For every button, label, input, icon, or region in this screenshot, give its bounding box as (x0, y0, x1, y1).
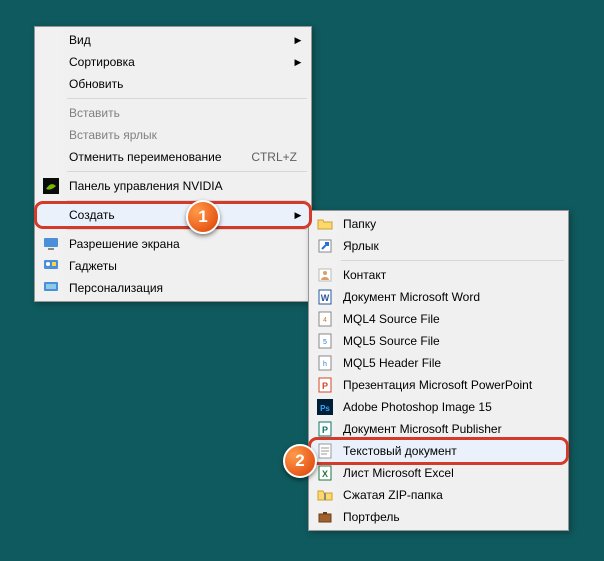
create-mql4[interactable]: 4 MQL4 Source File (311, 308, 566, 330)
menu-resolution[interactable]: Разрешение экрана (37, 233, 309, 255)
personalization-icon (43, 280, 59, 296)
menu-view[interactable]: Вид ▶ (37, 29, 309, 51)
create-psd[interactable]: Ps Adobe Photoshop Image 15 (311, 396, 566, 418)
create-mql5[interactable]: 5 MQL5 Source File (311, 330, 566, 352)
create-folder[interactable]: Папку (311, 213, 566, 235)
create-word[interactable]: W Документ Microsoft Word (311, 286, 566, 308)
menu-separator (67, 171, 307, 172)
menu-label: Сортировка (69, 55, 135, 69)
svg-text:W: W (321, 293, 330, 303)
create-briefcase[interactable]: Портфель (311, 506, 566, 528)
menu-label: Документ Microsoft Publisher (343, 422, 502, 436)
nvidia-icon (43, 178, 59, 194)
menu-label: Ярлык (343, 239, 379, 253)
menu-sort[interactable]: Сортировка ▶ (37, 51, 309, 73)
menu-label: Папку (343, 217, 376, 231)
create-excel[interactable]: X Лист Microsoft Excel (311, 462, 566, 484)
callout-step-2: 2 (283, 444, 317, 478)
menu-label: Панель управления NVIDIA (69, 179, 223, 193)
menu-label: Вставить (69, 106, 120, 120)
create-ppt[interactable]: P Презентация Microsoft PowerPoint (311, 374, 566, 396)
menu-label: Документ Microsoft Word (343, 290, 480, 304)
mql4-icon: 4 (317, 311, 333, 327)
svg-text:Ps: Ps (320, 404, 330, 413)
mql5h-icon: h (317, 355, 333, 371)
submenu-arrow-icon: ▶ (293, 51, 303, 73)
excel-icon: X (317, 465, 333, 481)
menu-separator (341, 260, 564, 261)
word-icon: W (317, 289, 333, 305)
menu-separator (67, 229, 307, 230)
create-shortcut[interactable]: Ярлык (311, 235, 566, 257)
callout-step-1: 1 (186, 200, 220, 234)
contact-icon (317, 267, 333, 283)
svg-text:X: X (322, 469, 328, 479)
menu-label: Вставить ярлык (69, 128, 157, 142)
create-contact[interactable]: Контакт (311, 264, 566, 286)
menu-label: Гаджеты (69, 259, 117, 273)
mql5-icon: 5 (317, 333, 333, 349)
menu-label: Обновить (69, 77, 123, 91)
svg-text:5: 5 (323, 339, 327, 346)
menu-gadgets[interactable]: Гаджеты (37, 255, 309, 277)
menu-label: Adobe Photoshop Image 15 (343, 400, 492, 414)
menu-label: MQL4 Source File (343, 312, 440, 326)
menu-label: Сжатая ZIP-папка (343, 488, 443, 502)
menu-paste-shortcut: Вставить ярлык (37, 124, 309, 146)
create-zip[interactable]: Сжатая ZIP-папка (311, 484, 566, 506)
menu-separator (67, 98, 307, 99)
shortcut-icon (317, 238, 333, 254)
menu-shortcut: CTRL+Z (251, 146, 297, 168)
svg-text:P: P (322, 425, 328, 435)
menu-paste: Вставить (37, 102, 309, 124)
folder-icon (317, 216, 333, 232)
menu-personalization[interactable]: Персонализация (37, 277, 309, 299)
menu-label: Контакт (343, 268, 386, 282)
photoshop-icon: Ps (317, 399, 333, 415)
create-publisher[interactable]: P Документ Microsoft Publisher (311, 418, 566, 440)
svg-text:4: 4 (323, 317, 327, 324)
menu-label: Разрешение экрана (69, 237, 180, 251)
create-mql5h[interactable]: h MQL5 Header File (311, 352, 566, 374)
menu-label: MQL5 Header File (343, 356, 441, 370)
publisher-icon: P (317, 421, 333, 437)
text-file-icon (317, 443, 333, 459)
menu-label: Вид (69, 33, 91, 47)
powerpoint-icon: P (317, 377, 333, 393)
menu-undo-rename[interactable]: Отменить переименование CTRL+Z (37, 146, 309, 168)
display-icon (43, 236, 59, 252)
submenu-arrow-icon: ▶ (293, 29, 303, 51)
desktop-context-menu: Вид ▶ Сортировка ▶ Обновить Вставить Вст… (34, 26, 312, 302)
menu-nvidia[interactable]: Панель управления NVIDIA (37, 175, 309, 197)
menu-label: MQL5 Source File (343, 334, 440, 348)
gadgets-icon (43, 258, 59, 274)
menu-refresh[interactable]: Обновить (37, 73, 309, 95)
svg-text:P: P (322, 381, 328, 391)
create-text-document[interactable]: Текстовый документ (311, 440, 566, 462)
svg-text:h: h (323, 361, 327, 368)
menu-separator (67, 200, 307, 201)
briefcase-icon (317, 509, 333, 525)
submenu-arrow-icon: ▶ (293, 204, 303, 226)
menu-label: Отменить переименование (69, 150, 222, 164)
menu-label: Персонализация (69, 281, 163, 295)
menu-label: Лист Microsoft Excel (343, 466, 454, 480)
menu-label: Текстовый документ (343, 444, 457, 458)
zip-icon (317, 487, 333, 503)
menu-label: Презентация Microsoft PowerPoint (343, 378, 532, 392)
menu-label: Создать (69, 208, 115, 222)
create-submenu: Папку Ярлык Контакт W Документ Microsoft… (308, 210, 569, 531)
menu-label: Портфель (343, 510, 400, 524)
menu-create[interactable]: Создать ▶ (37, 204, 309, 226)
